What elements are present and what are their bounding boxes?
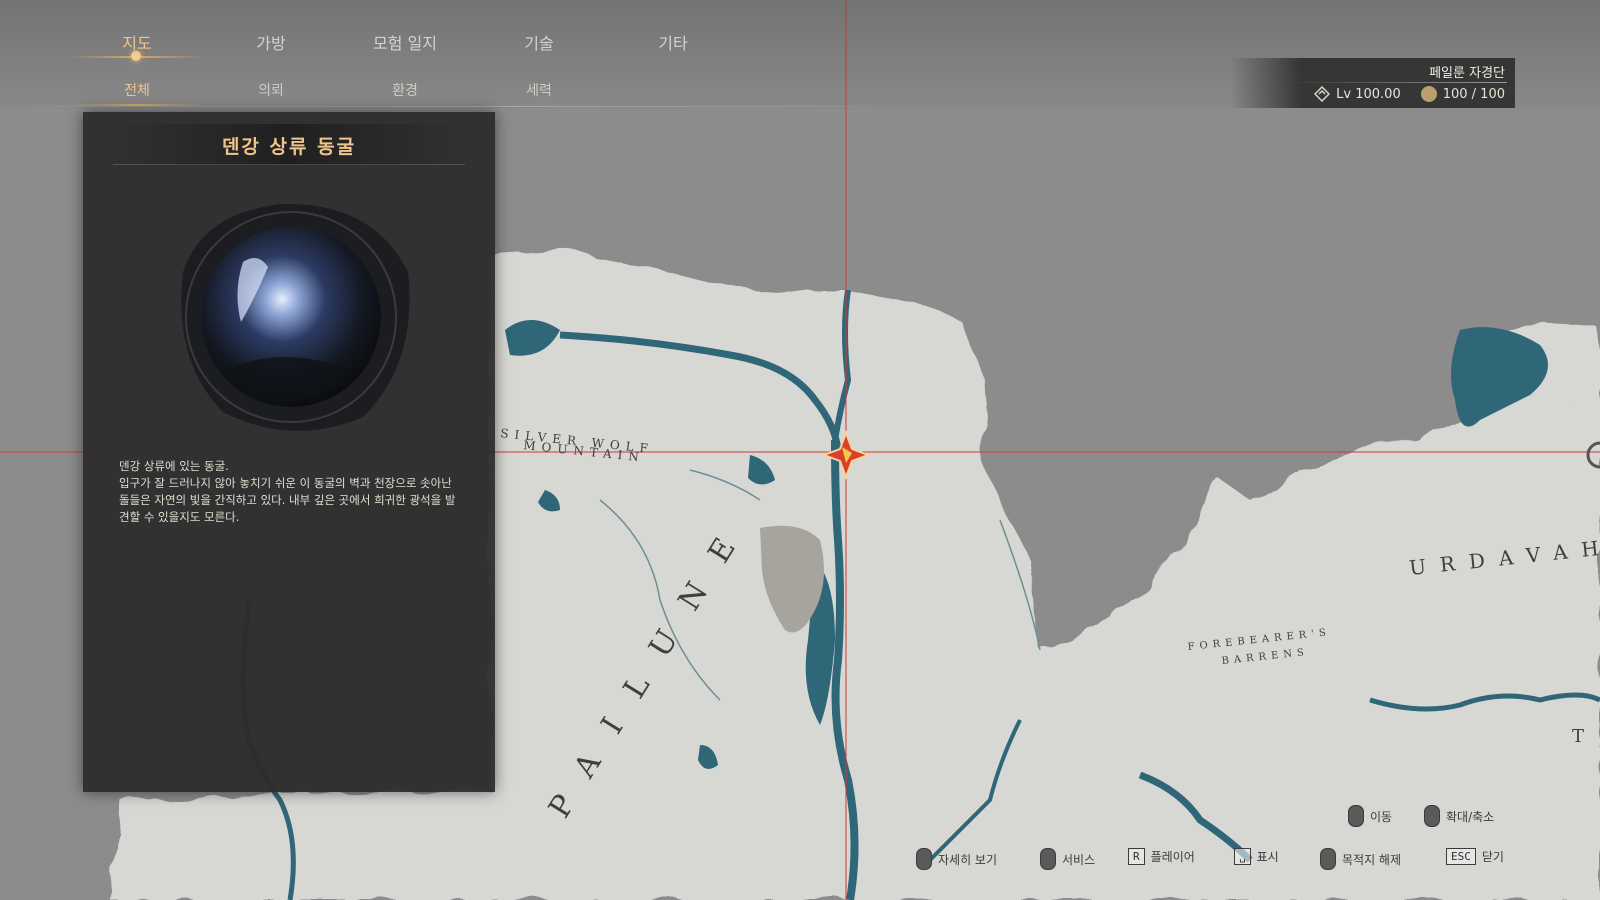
location-info-panel: 덴강 상류 동굴 덴강 상류에 있는 동굴. 입구가 잘 드러나지 않아 놓치기… [83, 112, 495, 792]
hint-service-label: 서비스 [1062, 852, 1096, 867]
mouse-right-icon [1320, 848, 1336, 870]
hint-waypoint-label: 목적지 해제 [1342, 852, 1402, 867]
hint-service[interactable]: 서비스 [1040, 848, 1095, 870]
tab-other[interactable]: 기타 [606, 30, 740, 58]
hint-mark[interactable]: ␣ 표시 [1234, 848, 1279, 865]
tab-adventure-log[interactable]: 모험 일지 [338, 30, 472, 58]
player-level: Lv 100.00 [1336, 86, 1401, 102]
key-space: ␣ [1234, 848, 1251, 865]
mouse-drag-icon [1348, 805, 1364, 827]
player-info: 페일룬 자경단 Lv 100.00 100 / 100 [1230, 58, 1515, 108]
mouse-left-icon [916, 848, 932, 870]
mouse-middle-icon [1040, 848, 1056, 870]
player-info-divider [1287, 82, 1507, 83]
tab-bag[interactable]: 가방 [204, 30, 338, 58]
hint-close-label: 닫기 [1481, 850, 1504, 864]
player-stamina: 100 / 100 [1442, 86, 1505, 102]
tab-skills[interactable]: 기술 [472, 30, 606, 58]
hint-close[interactable]: ESC 닫기 [1446, 848, 1504, 865]
nav-divider [0, 106, 1000, 107]
level-icon [1314, 86, 1331, 102]
hint-waypoint[interactable]: 목적지 해제 [1320, 848, 1401, 870]
hint-zoom: 확대/축소 [1424, 805, 1494, 827]
key-r: R [1128, 848, 1145, 865]
tab-active-dot-icon [131, 51, 141, 61]
subtab-all[interactable]: 전체 [70, 80, 204, 102]
hint-player-label: 플레이어 [1150, 850, 1195, 864]
hint-move-label: 이동 [1370, 809, 1393, 824]
hint-player[interactable]: R 플레이어 [1128, 848, 1195, 865]
hint-move: 이동 [1348, 805, 1392, 827]
hint-zoom-label: 확대/축소 [1446, 809, 1495, 824]
key-esc: ESC [1446, 848, 1476, 865]
hint-details[interactable]: 자세히 보기 [916, 848, 997, 870]
hint-details-label: 자세히 보기 [938, 852, 998, 867]
location-description: 덴강 상류에 있는 동굴. 입구가 잘 드러나지 않아 놓치기 쉬운 이 동굴의… [119, 459, 456, 524]
subtab-factions[interactable]: 세력 [472, 80, 606, 102]
player-stats: Lv 100.00 100 / 100 [1314, 86, 1505, 102]
stamina-icon [1420, 86, 1437, 102]
subtab-environment[interactable]: 환경 [338, 80, 472, 102]
mouse-wheel-icon [1424, 805, 1440, 827]
label-edge-t: T [1572, 726, 1584, 747]
player-faction: 페일룬 자경단 [1429, 66, 1505, 81]
subtab-quests[interactable]: 의뢰 [204, 80, 338, 102]
cave-illustration [181, 203, 410, 431]
hint-mark-label: 표시 [1256, 850, 1279, 864]
location-title: 덴강 상류 동굴 [221, 136, 357, 158]
